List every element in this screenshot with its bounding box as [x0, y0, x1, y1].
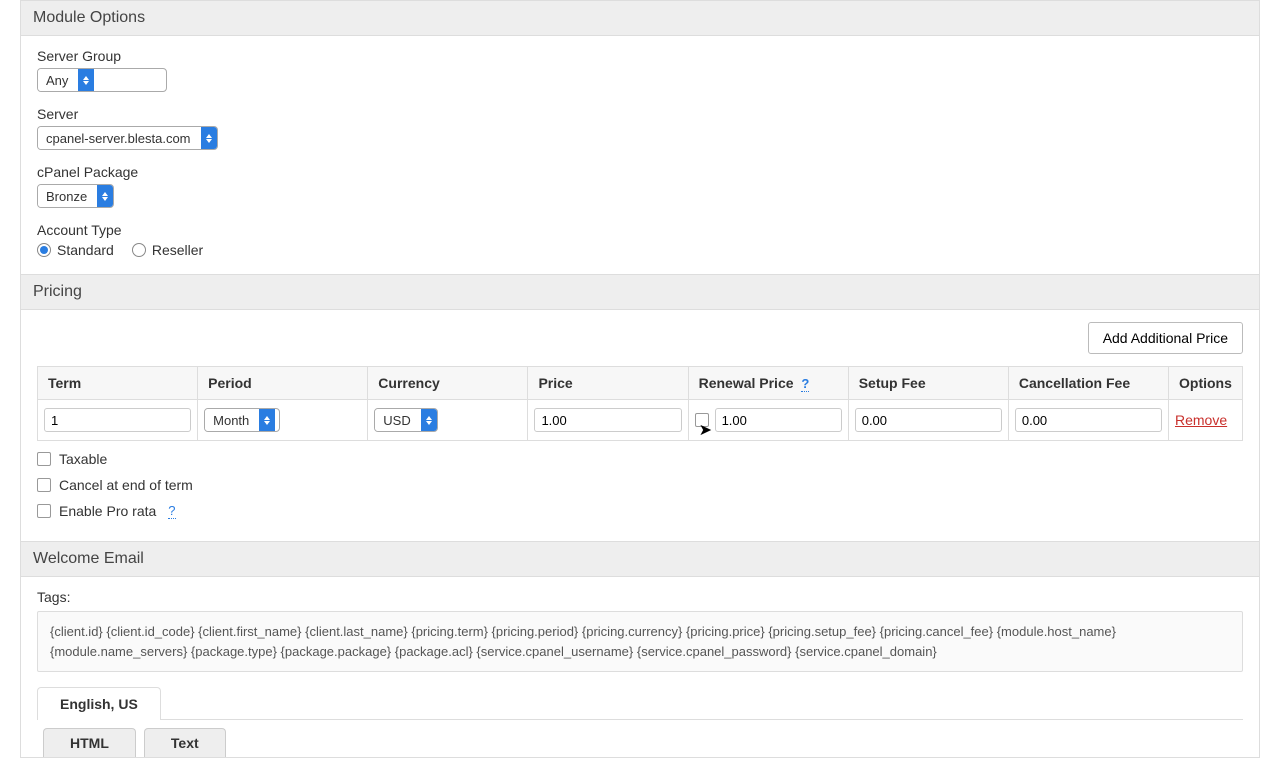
- account-type-standard-radio[interactable]: [37, 243, 51, 257]
- tab-text[interactable]: Text: [144, 728, 226, 757]
- tab-html[interactable]: HTML: [43, 728, 136, 757]
- chevron-updown-icon: [201, 127, 217, 149]
- th-options: Options: [1169, 367, 1243, 400]
- th-currency: Currency: [368, 367, 528, 400]
- server-select[interactable]: cpanel-server.blesta.com: [37, 126, 218, 150]
- taxable-label: Taxable: [59, 451, 107, 467]
- th-setup-fee: Setup Fee: [848, 367, 1008, 400]
- chevron-updown-icon: [97, 185, 113, 207]
- welcome-email-heading: Welcome Email: [21, 541, 1259, 577]
- pricing-table: Term Period Currency Price Renewal Price…: [37, 366, 1243, 441]
- price-input[interactable]: [534, 408, 681, 432]
- th-renewal-price: Renewal Price ?: [688, 367, 848, 400]
- chevron-updown-icon: [78, 69, 94, 91]
- th-price: Price: [528, 367, 688, 400]
- server-group-select[interactable]: Any: [37, 68, 167, 92]
- module-options-heading: Module Options: [21, 0, 1259, 36]
- th-term: Term: [38, 367, 198, 400]
- server-group-value: Any: [38, 69, 78, 91]
- currency-select[interactable]: USD: [374, 408, 437, 432]
- cpanel-package-select[interactable]: Bronze: [37, 184, 114, 208]
- cancel-end-term-checkbox[interactable]: [37, 478, 51, 492]
- tags-content: {client.id} {client.id_code} {client.fir…: [37, 611, 1243, 672]
- remove-link[interactable]: Remove: [1175, 412, 1227, 428]
- help-icon[interactable]: ?: [168, 503, 175, 519]
- server-value: cpanel-server.blesta.com: [38, 127, 201, 149]
- account-type-reseller-radio[interactable]: [132, 243, 146, 257]
- period-select[interactable]: Month: [204, 408, 280, 432]
- add-additional-price-button[interactable]: Add Additional Price: [1088, 322, 1243, 354]
- account-type-label: Account Type: [37, 222, 1243, 238]
- taxable-checkbox[interactable]: [37, 452, 51, 466]
- period-value: Month: [205, 409, 259, 431]
- pricing-heading: Pricing: [21, 274, 1259, 310]
- renewal-enable-checkbox[interactable]: [695, 413, 709, 427]
- term-input[interactable]: [44, 408, 191, 432]
- th-period: Period: [198, 367, 368, 400]
- currency-value: USD: [375, 409, 420, 431]
- account-type-standard-label: Standard: [57, 242, 114, 258]
- server-group-label: Server Group: [37, 48, 1243, 64]
- table-row: Month USD: [38, 400, 1243, 441]
- cpanel-package-value: Bronze: [38, 185, 97, 207]
- chevron-updown-icon: [421, 409, 437, 431]
- account-type-reseller-label: Reseller: [152, 242, 203, 258]
- server-label: Server: [37, 106, 1243, 122]
- enable-pro-rata-checkbox[interactable]: [37, 504, 51, 518]
- tags-label: Tags:: [37, 589, 1243, 605]
- renewal-price-input[interactable]: [715, 408, 842, 432]
- help-icon[interactable]: ?: [801, 376, 809, 392]
- th-renewal-price-label: Renewal Price: [699, 375, 794, 391]
- tab-language[interactable]: English, US: [37, 687, 161, 720]
- th-cancellation-fee: Cancellation Fee: [1008, 367, 1168, 400]
- setup-fee-input[interactable]: [855, 408, 1002, 432]
- cpanel-package-label: cPanel Package: [37, 164, 1243, 180]
- cancel-end-term-label: Cancel at end of term: [59, 477, 193, 493]
- cancellation-fee-input[interactable]: [1015, 408, 1162, 432]
- enable-pro-rata-label: Enable Pro rata: [59, 503, 156, 519]
- chevron-updown-icon: [259, 409, 275, 431]
